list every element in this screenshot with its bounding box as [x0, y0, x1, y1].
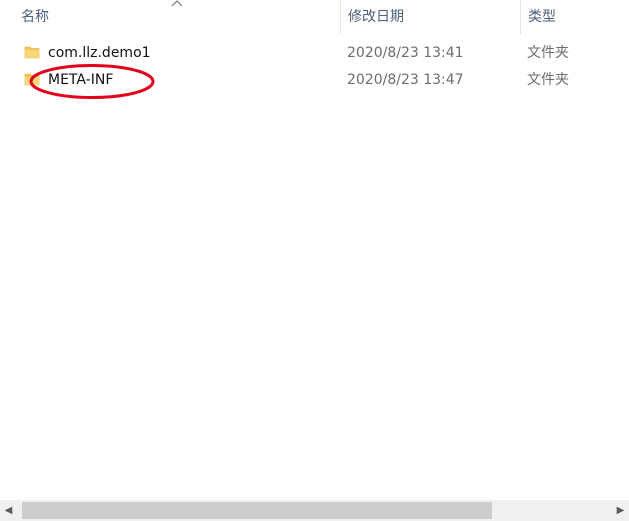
column-header-name-label: 名称: [21, 9, 49, 25]
file-row[interactable]: META-INF 2020/8/23 13:47 文件夹: [0, 67, 629, 93]
folder-icon: [24, 46, 40, 59]
file-name: com.llz.demo1: [48, 45, 151, 61]
column-header-bar: 名称 修改日期 类型: [0, 0, 629, 34]
sort-ascending-icon: [171, 0, 183, 7]
horizontal-scrollbar[interactable]: ◀ ▶: [0, 500, 629, 521]
file-row[interactable]: com.llz.demo1 2020/8/23 13:41 文件夹: [0, 40, 629, 66]
scroll-right-icon[interactable]: ▶: [612, 500, 629, 521]
file-modified: 2020/8/23 13:41: [347, 45, 464, 61]
scroll-thumb[interactable]: [22, 502, 492, 519]
scroll-left-icon[interactable]: ◀: [0, 500, 17, 521]
file-type: 文件夹: [527, 72, 569, 88]
column-header-date-label: 修改日期: [348, 9, 404, 25]
column-header-type-label: 类型: [528, 9, 556, 25]
file-modified: 2020/8/23 13:47: [347, 72, 464, 88]
column-header-date[interactable]: 修改日期: [340, 0, 520, 34]
file-name: META-INF: [48, 72, 114, 88]
column-header-type[interactable]: 类型: [520, 0, 629, 34]
folder-icon: [24, 73, 40, 86]
file-type: 文件夹: [527, 45, 569, 61]
